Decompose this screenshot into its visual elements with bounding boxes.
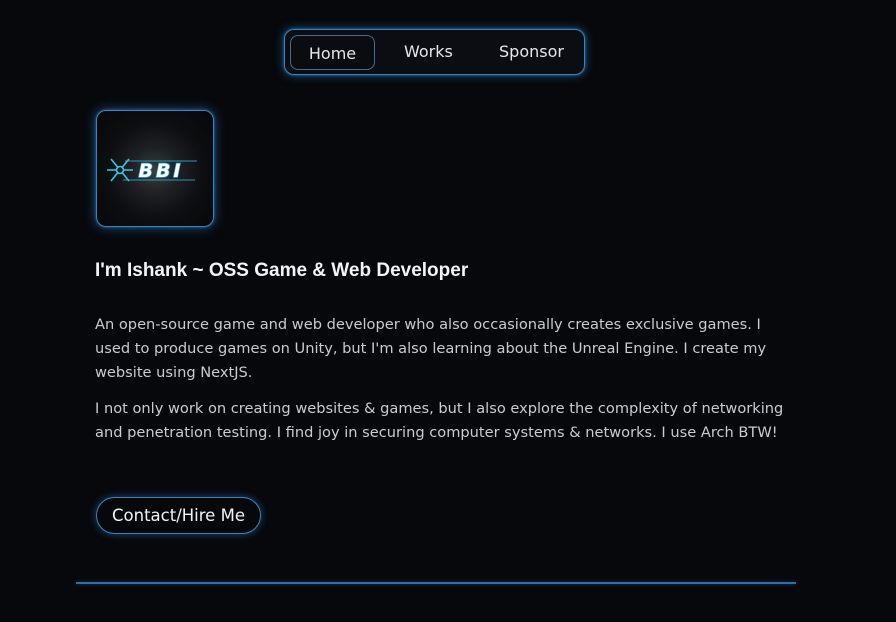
contact-hire-button[interactable]: Contact/Hire Me xyxy=(96,497,261,534)
section-divider xyxy=(76,582,796,584)
logo-emblem-icon xyxy=(107,158,133,182)
intro-paragraph: An open-source game and web developer wh… xyxy=(95,316,767,381)
skills-paragraph: I not only work on creating websites & g… xyxy=(95,400,784,441)
bbi-logo: BBI xyxy=(107,158,197,183)
nav-works-link[interactable]: Works xyxy=(404,30,453,74)
top-nav: Home Works Sponsor xyxy=(284,29,585,75)
logo-text: BBI xyxy=(138,160,183,182)
page-title: I'm Ishank ~ OSS Game & Web Developer xyxy=(95,260,469,281)
page: Home Works Sponsor BBI I'm Ishank ~ OSS … xyxy=(0,0,896,622)
nav-sponsor-link[interactable]: Sponsor xyxy=(499,30,564,74)
nav-home-link[interactable]: Home xyxy=(290,35,375,70)
avatar: BBI xyxy=(96,110,214,227)
